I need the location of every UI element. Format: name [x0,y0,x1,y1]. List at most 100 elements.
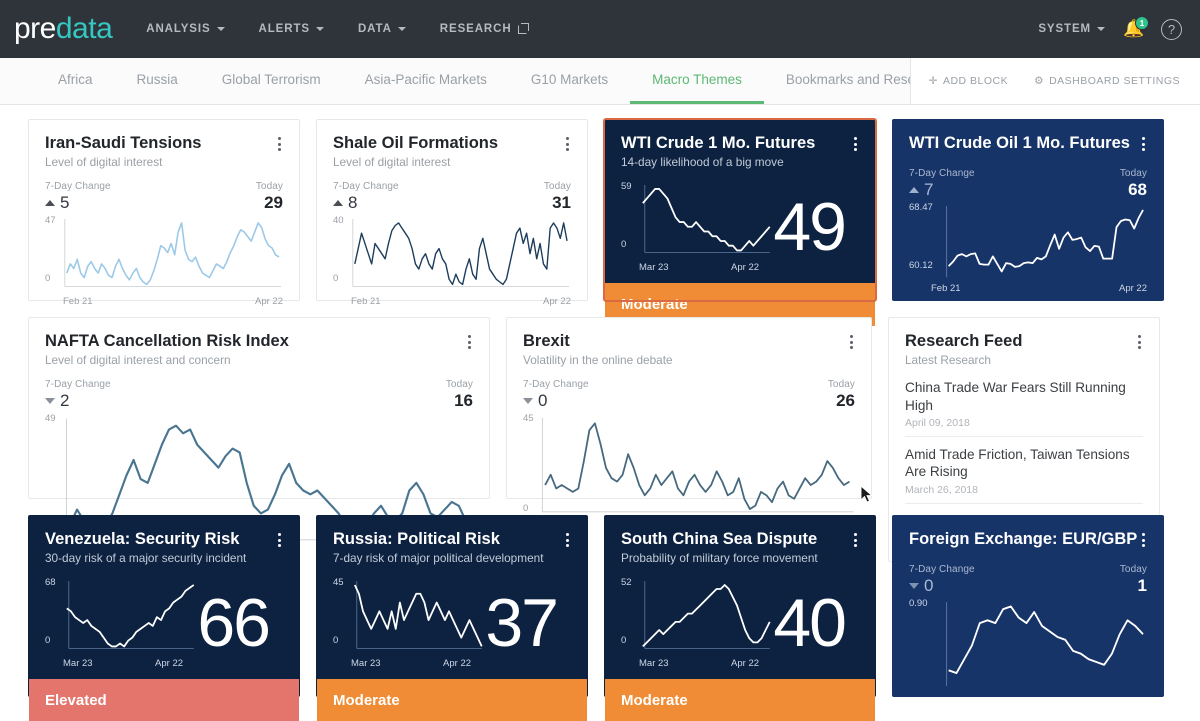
card-menu-icon[interactable] [1140,530,1147,550]
tab-label: Asia-Pacific Markets [364,72,487,87]
sparkline-chart: 68.47 60.12 [909,202,1147,283]
nav-label-data: DATA [357,23,392,35]
card-subtitle: Level of digital interest [333,155,451,170]
card-menu-icon[interactable] [1140,134,1147,154]
today-metric: Today 1 [1120,564,1147,596]
card-menu-icon[interactable] [564,134,571,154]
tab-bookmarks-and-research[interactable]: Bookmarks and Research [764,58,910,104]
dashboard-row-2: NAFTA Cancellation Risk Index Level of d… [28,317,1172,569]
card-iran-saudi-tensions[interactable]: Iran-Saudi Tensions Level of digital int… [28,119,300,307]
card-menu-icon[interactable] [564,530,571,550]
arrow-up-icon [333,200,343,207]
card-menu-icon[interactable] [1136,332,1143,352]
logo-text-data: data [55,12,113,45]
card-subtitle: 7-day risk of major political developmen… [333,551,544,566]
card-title: Shale Oil Formations [333,134,499,152]
card-metrics: 7-Day Change 8 Today 31 [333,181,571,213]
card-metrics: 7-Day Change 7 Today 68 [909,168,1147,200]
chart-svg [946,602,1144,686]
top-navigation-bar: predata ANALYSIS ALERTS DATA RESEARCH SY… [0,0,1200,58]
change-label: 7-Day Change [333,181,399,193]
plus-icon: ✛ [928,75,938,87]
card-menu-icon[interactable] [276,530,283,550]
nav-item-analysis[interactable]: ANALYSIS [146,23,225,35]
card-subtitle: Latest Research [905,353,991,368]
arrow-up-icon [45,200,55,207]
change-label: 7-Day Change [45,379,111,391]
primary-nav-links: ANALYSIS ALERTS DATA RESEARCH [146,22,529,35]
help-icon[interactable]: ? [1161,18,1182,40]
card-title: Brexit [523,332,570,350]
card-subtitle: Volatility in the online debate [523,353,673,368]
change-value: 5 [60,193,70,213]
arrow-down-icon [45,398,55,405]
tab-global-terrorism[interactable]: Global Terrorism [200,58,343,104]
sparkline-chart: 40 0 [333,215,571,296]
tab-list: Africa Russia Global Terrorism Asia-Paci… [36,58,910,104]
change-label: 7-Day Change [45,181,111,193]
y-axis-min: 0 [333,635,339,647]
card-metrics: 7-Day Change 0 Today 26 [523,379,855,411]
feed-item-title[interactable]: Amid Trade Friction, Taiwan Tensions Are… [905,446,1143,481]
big-value: 40 [773,585,847,662]
card-wti-crude-oil-1mo-futures[interactable]: WTI Crude Oil 1 Mo. Futures 7-Day Change… [892,119,1164,301]
card-south-china-sea-dispute[interactable]: South China Sea Dispute Probability of m… [604,515,876,721]
card-title: WTI Crude Oil 1 Mo. Futures [909,134,1130,152]
card-resize-handle[interactable] [856,483,869,496]
card-subtitle: 14-day likelihood of a big move [621,155,784,170]
x-axis-end: Apr 22 [155,658,184,670]
sparkline-chart: 52 0 40 [621,577,859,662]
card-foreign-exchange-eur-gbp[interactable]: Foreign Exchange: EUR/GBP 7-Day Change 0… [892,515,1164,697]
card-russia-political-risk[interactable]: Russia: Political Risk 7-day risk of maj… [316,515,588,721]
tab-asia-pacific-markets[interactable]: Asia-Pacific Markets [343,58,509,104]
card-subtitle: Probability of military force movement [621,551,818,566]
x-axis-labels: Feb 21 Apr 22 [909,283,1147,294]
nav-item-data[interactable]: DATA [358,23,406,35]
nav-item-system[interactable]: SYSTEM [1038,23,1105,35]
add-block-button[interactable]: ✛ ADD BLOCK [929,75,1009,87]
nav-item-alerts[interactable]: ALERTS [259,23,324,35]
chevron-down-icon [315,27,324,31]
feed-item-title[interactable]: China Trade War Fears Still Running High [905,379,1143,414]
tab-label: G10 Markets [530,72,609,87]
help-glyph: ? [1167,21,1176,37]
app-logo[interactable]: predata [14,12,113,46]
change-label: 7-Day Change [523,379,589,391]
card-menu-icon[interactable] [852,134,859,154]
card-menu-icon[interactable] [276,134,283,154]
x-axis-end: Apr 22 [255,296,283,308]
today-label: Today [255,181,283,193]
dashboard-settings-button[interactable]: ⚙ DASHBOARD SETTINGS [1034,75,1180,87]
card-nafta-cancellation-risk-index[interactable]: NAFTA Cancellation Risk Index Level of d… [28,317,490,569]
card-brexit[interactable]: Brexit Volatility in the online debate 7… [506,317,874,537]
notifications-button[interactable]: 🔔 1 [1123,16,1149,40]
big-value: 37 [485,585,559,662]
x-axis-labels: Feb 21 Apr 22 [45,296,283,307]
gear-icon: ⚙ [1034,75,1045,87]
card-shale-oil-formations[interactable]: Shale Oil Formations Level of digital in… [316,119,588,307]
today-label: Today [1119,168,1147,179]
card-header: Iran-Saudi Tensions Level of digital int… [45,134,283,169]
chevron-down-icon [216,27,225,31]
nav-item-research[interactable]: RESEARCH [440,22,529,35]
logo-text-pre: pre [14,12,56,45]
tab-macro-themes[interactable]: Macro Themes [630,58,764,104]
change-value: 0 [538,391,548,411]
card-venezuela-security-risk[interactable]: Venezuela: Security Risk 30-day risk of … [28,515,300,721]
tab-g10-markets[interactable]: G10 Markets [509,58,630,104]
card-wti-crude-1mo-futures[interactable]: WTI Crude 1 Mo. Futures 14-day likelihoo… [603,118,877,327]
card-menu-icon[interactable] [466,332,473,352]
tab-russia[interactable]: Russia [115,58,200,104]
feed-item-date: March 26, 2018 [905,483,978,496]
card-header: Venezuela: Security Risk 30-day risk of … [45,530,283,565]
list-item[interactable]: China Trade War Fears Still Running High… [905,375,1143,437]
arrow-up-icon [909,187,919,193]
status-badge: Moderate [317,679,587,721]
list-item[interactable]: Amid Trade Friction, Taiwan Tensions Are… [905,437,1143,504]
card-menu-icon[interactable] [852,530,859,550]
feed-item-date: April 09, 2018 [905,416,970,429]
y-axis-max: 49 [45,413,56,425]
card-menu-icon[interactable] [848,332,855,352]
tab-africa[interactable]: Africa [36,58,115,104]
card-title: Venezuela: Security Risk [45,530,240,548]
